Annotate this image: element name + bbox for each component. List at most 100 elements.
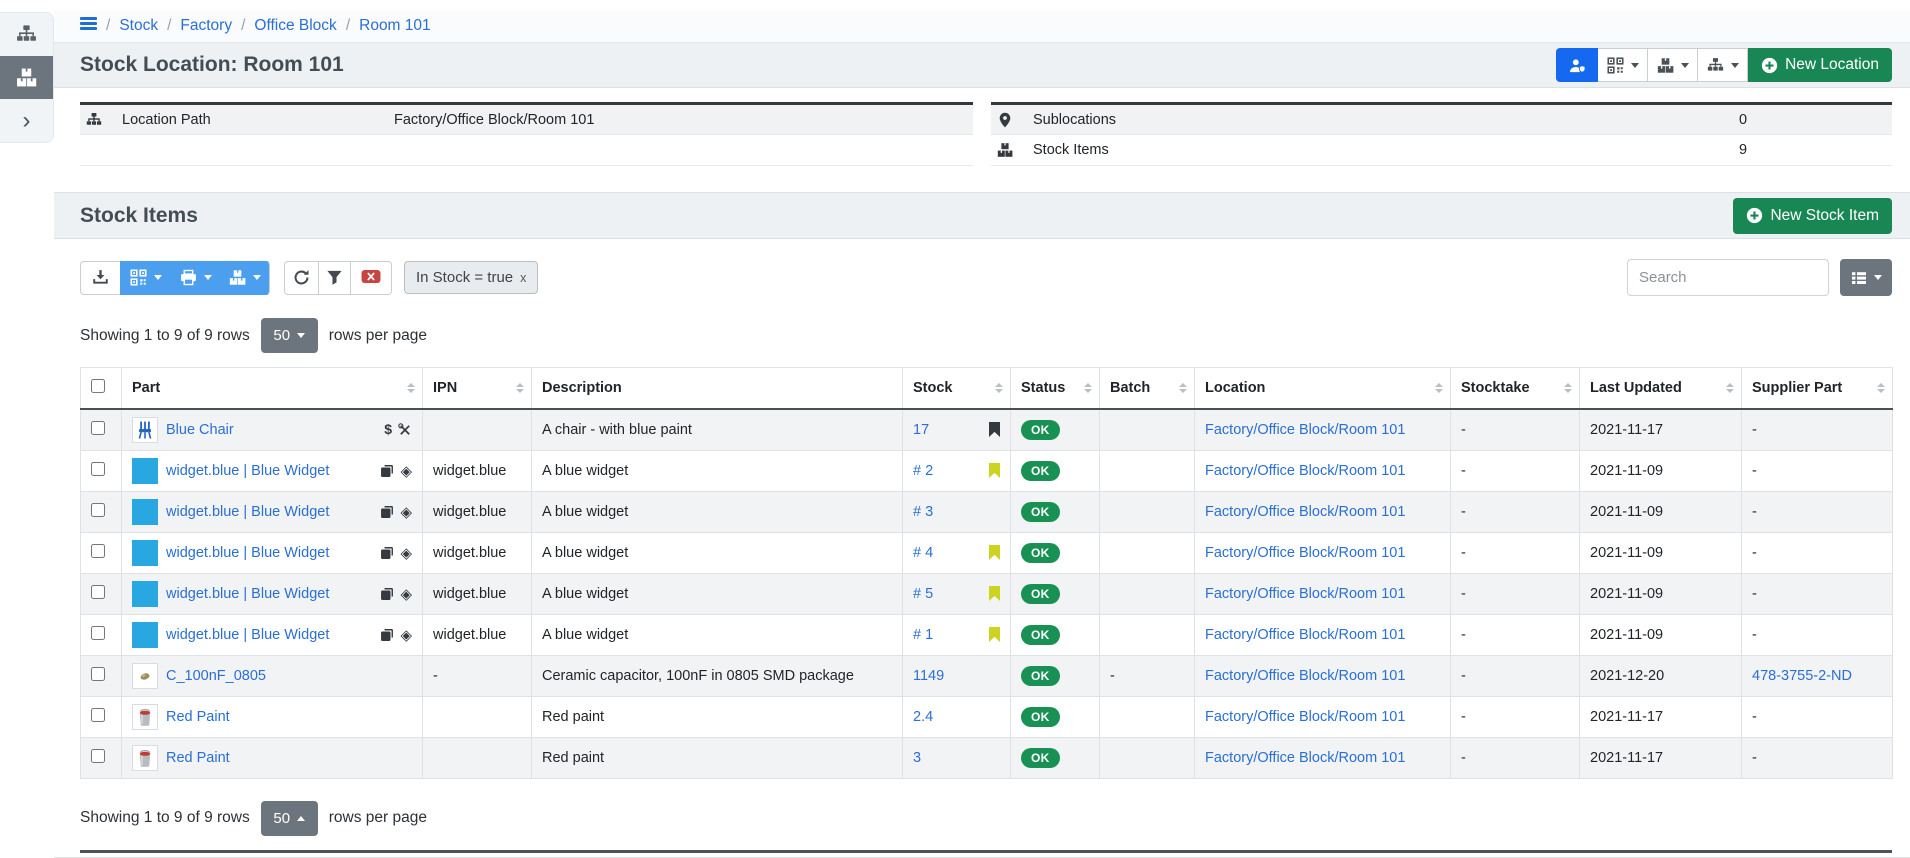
part-cell: widget.blue | Blue Widget◈	[132, 540, 412, 566]
stock-actions-button[interactable]	[1648, 48, 1698, 82]
download-button[interactable]	[80, 261, 120, 295]
supplier-part-value: -	[1752, 463, 1757, 479]
stock-link[interactable]: # 1	[913, 627, 933, 643]
stock-options-button[interactable]	[220, 261, 270, 295]
row-checkbox[interactable]	[91, 421, 105, 435]
cell-value: A blue widget	[542, 545, 628, 561]
column-header-ipn[interactable]: IPN	[423, 368, 532, 409]
part-link[interactable]: widget.blue | Blue Widget	[166, 627, 329, 643]
cell-location: Factory/Office Block/Room 101	[1195, 532, 1451, 573]
part-link[interactable]: widget.blue | Blue Widget	[166, 586, 329, 602]
remove-filters-button[interactable]	[350, 261, 392, 295]
column-header-location[interactable]: Location	[1195, 368, 1451, 409]
location-path-label: Location Path	[122, 112, 211, 128]
cell-value: 2021-11-17	[1590, 750, 1663, 766]
stock-cell: 3	[913, 750, 1000, 766]
stock-link[interactable]: # 2	[913, 463, 933, 479]
cell-ipn	[423, 409, 532, 451]
location-link[interactable]: Factory/Office Block/Room 101	[1205, 627, 1405, 643]
stock-link[interactable]: 17	[913, 422, 929, 438]
row-checkbox[interactable]	[91, 544, 105, 558]
new-stock-item-button[interactable]: New Stock Item	[1733, 198, 1892, 234]
page-size-button[interactable]: 50	[261, 801, 318, 836]
row-checkbox[interactable]	[91, 626, 105, 640]
part-link[interactable]: widget.blue | Blue Widget	[166, 463, 329, 479]
map-marker-icon	[997, 112, 1021, 128]
row-checkbox[interactable]	[91, 585, 105, 599]
part-link[interactable]: widget.blue | Blue Widget	[166, 504, 329, 520]
location-link[interactable]: Factory/Office Block/Room 101	[1205, 463, 1405, 479]
sidebar: ›	[0, 12, 54, 143]
part-flags: $	[384, 421, 412, 438]
stock-link[interactable]: # 5	[913, 586, 933, 602]
barcode-button[interactable]	[120, 261, 170, 295]
stock-link[interactable]: # 3	[913, 504, 933, 520]
stock-link[interactable]: # 4	[913, 545, 933, 561]
location-link[interactable]: Factory/Office Block/Room 101	[1205, 750, 1405, 766]
cell-last_updated: 2021-11-09	[1580, 532, 1742, 573]
user-shield-icon	[1569, 57, 1586, 74]
filter-chip[interactable]: In Stock = true x	[404, 261, 538, 294]
filter-button[interactable]	[318, 261, 350, 295]
print-button[interactable]	[170, 261, 220, 295]
stock-link[interactable]: 3	[913, 750, 921, 766]
column-header-supplier_part[interactable]: Supplier Part	[1742, 368, 1893, 409]
location-link[interactable]: Factory/Office Block/Room 101	[1205, 668, 1405, 684]
location-link[interactable]: Factory/Office Block/Room 101	[1205, 586, 1405, 602]
part-link[interactable]: C_100nF_0805	[166, 668, 266, 684]
menu-icon[interactable]	[80, 15, 97, 38]
cell-value: A blue widget	[542, 504, 628, 520]
select-all-checkbox[interactable]	[91, 379, 105, 393]
location-link[interactable]: Factory/Office Block/Room 101	[1205, 709, 1405, 725]
cell-value: -	[1110, 668, 1115, 684]
admin-button[interactable]	[1556, 48, 1598, 82]
part-cell: C_100nF_0805	[132, 663, 412, 689]
cell-description: Red paint	[532, 737, 903, 778]
column-header-part[interactable]: Part	[122, 368, 423, 409]
row-checkbox[interactable]	[91, 462, 105, 476]
row-checkbox[interactable]	[91, 667, 105, 681]
part-link[interactable]: Red Paint	[166, 750, 230, 766]
column-header-status[interactable]: Status	[1011, 368, 1100, 409]
location-link[interactable]: Factory/Office Block/Room 101	[1205, 504, 1405, 520]
cell-supplier_part: 478-3755-2-ND	[1742, 655, 1893, 696]
stock-table-body: Blue Chair$A chair - with blue paint17OK…	[81, 409, 1893, 779]
plus-circle-icon	[1761, 57, 1778, 74]
part-link[interactable]: Red Paint	[166, 709, 230, 725]
supplier-part-link[interactable]: 478-3755-2-ND	[1752, 668, 1852, 684]
sidebar-item-expand[interactable]: ›	[0, 99, 53, 142]
cell-supplier_part: -	[1742, 573, 1893, 614]
breadcrumb-link[interactable]: Stock	[119, 17, 158, 35]
breadcrumb-link[interactable]: Factory	[180, 17, 232, 35]
location-link[interactable]: Factory/Office Block/Room 101	[1205, 545, 1405, 561]
table-view-button[interactable]	[1840, 259, 1892, 296]
new-location-button[interactable]: New Location	[1748, 48, 1892, 82]
cell-status: OK	[1011, 409, 1100, 451]
search-input[interactable]	[1627, 259, 1829, 296]
stock-link[interactable]: 2.4	[913, 709, 933, 725]
column-header-batch[interactable]: Batch	[1100, 368, 1195, 409]
column-header-stock[interactable]: Stock	[903, 368, 1011, 409]
location-link[interactable]: Factory/Office Block/Room 101	[1205, 422, 1405, 438]
cell-supplier_part: -	[1742, 491, 1893, 532]
refresh-button[interactable]	[284, 261, 318, 295]
stock-items-panel-header: Stock Items New Stock Item	[54, 193, 1910, 239]
filter-chip-remove[interactable]: x	[520, 271, 526, 285]
status-badge: OK	[1021, 502, 1060, 522]
column-header-stocktake[interactable]: Stocktake	[1451, 368, 1580, 409]
column-header-last_updated[interactable]: Last Updated	[1580, 368, 1742, 409]
row-checkbox[interactable]	[91, 749, 105, 763]
sidebar-item-stock[interactable]	[0, 56, 53, 99]
barcode-actions-button[interactable]	[1598, 48, 1648, 82]
sidebar-item-location-tree[interactable]	[0, 13, 53, 56]
row-checkbox[interactable]	[91, 708, 105, 722]
column-header-description[interactable]: Description	[532, 368, 903, 409]
stock-link[interactable]: 1149	[913, 668, 944, 684]
location-actions-button[interactable]	[1698, 48, 1748, 82]
part-link[interactable]: widget.blue | Blue Widget	[166, 545, 329, 561]
row-checkbox[interactable]	[91, 503, 105, 517]
breadcrumb-link[interactable]: Room 101	[359, 17, 431, 35]
page-size-button[interactable]: 50	[261, 318, 318, 353]
part-link[interactable]: Blue Chair	[166, 422, 234, 438]
breadcrumb-link[interactable]: Office Block	[254, 17, 336, 35]
